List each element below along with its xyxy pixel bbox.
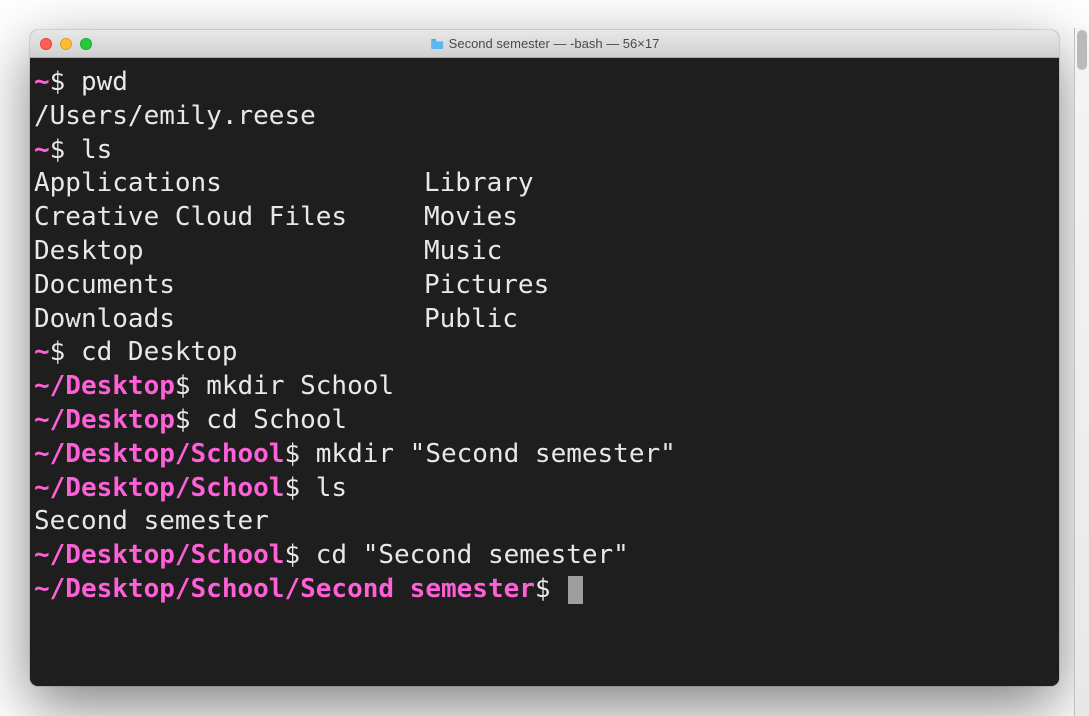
ls-col1: Desktop bbox=[34, 235, 424, 269]
command-text: cd School bbox=[206, 405, 347, 435]
terminal-window: Second semester — -bash — 56×17 ~$ pwd/U… bbox=[30, 30, 1059, 686]
maximize-button[interactable] bbox=[80, 38, 92, 50]
prompt: ~/Desktop bbox=[34, 371, 175, 401]
terminal-line: ~$ cd Desktop bbox=[34, 336, 1055, 370]
terminal-line: DocumentsPictures bbox=[34, 269, 1055, 303]
ls-col1: Applications bbox=[34, 167, 424, 201]
ls-col2: Pictures bbox=[424, 269, 549, 303]
prompt-dollar: $ bbox=[175, 405, 206, 435]
terminal-line: ~/Desktop/School$ cd "Second semester" bbox=[34, 539, 1055, 573]
prompt-dollar: $ bbox=[284, 540, 315, 570]
ls-col2: Music bbox=[424, 235, 502, 269]
output-text: Second semester bbox=[34, 506, 269, 536]
terminal-line: DesktopMusic bbox=[34, 235, 1055, 269]
traffic-lights bbox=[40, 38, 92, 50]
terminal-line: ~/Desktop/School/Second semester$ bbox=[34, 573, 1055, 607]
window-title: Second semester — -bash — 56×17 bbox=[430, 36, 660, 51]
command-text: mkdir School bbox=[206, 371, 394, 401]
ls-col2: Library bbox=[424, 167, 534, 201]
minimize-button[interactable] bbox=[60, 38, 72, 50]
terminal-line: ~$ pwd bbox=[34, 66, 1055, 100]
terminal-line: DownloadsPublic bbox=[34, 303, 1055, 337]
titlebar: Second semester — -bash — 56×17 bbox=[30, 30, 1059, 58]
terminal-line: ~/Desktop$ mkdir School bbox=[34, 370, 1055, 404]
prompt: ~/Desktop/School bbox=[34, 473, 284, 503]
prompt-dollar: $ bbox=[535, 574, 566, 604]
terminal-line: Creative Cloud FilesMovies bbox=[34, 201, 1055, 235]
prompt-dollar: $ bbox=[50, 135, 81, 165]
ls-col2: Public bbox=[424, 303, 518, 337]
command-text: cd Desktop bbox=[81, 337, 238, 367]
terminal-content[interactable]: ~$ pwd/Users/emily.reese~$ lsApplication… bbox=[30, 58, 1059, 686]
command-text: cd "Second semester" bbox=[316, 540, 629, 570]
command-text: mkdir "Second semester" bbox=[316, 439, 676, 469]
prompt-dollar: $ bbox=[284, 439, 315, 469]
output-text: /Users/emily.reese bbox=[34, 101, 316, 131]
command-text: ls bbox=[81, 135, 112, 165]
terminal-line: /Users/emily.reese bbox=[34, 100, 1055, 134]
prompt: ~/Desktop/School bbox=[34, 540, 284, 570]
window-title-text: Second semester — -bash — 56×17 bbox=[449, 36, 660, 51]
ls-col1: Documents bbox=[34, 269, 424, 303]
prompt-dollar: $ bbox=[175, 371, 206, 401]
ls-col2: Movies bbox=[424, 201, 518, 235]
cursor bbox=[568, 576, 583, 604]
prompt: ~/Desktop bbox=[34, 405, 175, 435]
command-text: pwd bbox=[81, 67, 128, 97]
ls-col1: Creative Cloud Files bbox=[34, 201, 424, 235]
terminal-line: ~$ ls bbox=[34, 134, 1055, 168]
terminal-line: ~/Desktop$ cd School bbox=[34, 404, 1055, 438]
terminal-line: ~/Desktop/School$ ls bbox=[34, 472, 1055, 506]
prompt-dollar: $ bbox=[50, 67, 81, 97]
prompt: ~ bbox=[34, 67, 50, 97]
ls-col1: Downloads bbox=[34, 303, 424, 337]
prompt: ~/Desktop/School/Second semester bbox=[34, 574, 535, 604]
close-button[interactable] bbox=[40, 38, 52, 50]
command-text: ls bbox=[316, 473, 347, 503]
terminal-line: Second semester bbox=[34, 505, 1055, 539]
folder-icon bbox=[430, 38, 444, 49]
prompt: ~ bbox=[34, 337, 50, 367]
terminal-line: ApplicationsLibrary bbox=[34, 167, 1055, 201]
terminal-line: ~/Desktop/School$ mkdir "Second semester… bbox=[34, 438, 1055, 472]
prompt: ~/Desktop/School bbox=[34, 439, 284, 469]
prompt-dollar: $ bbox=[284, 473, 315, 503]
prompt: ~ bbox=[34, 135, 50, 165]
prompt-dollar: $ bbox=[50, 337, 81, 367]
